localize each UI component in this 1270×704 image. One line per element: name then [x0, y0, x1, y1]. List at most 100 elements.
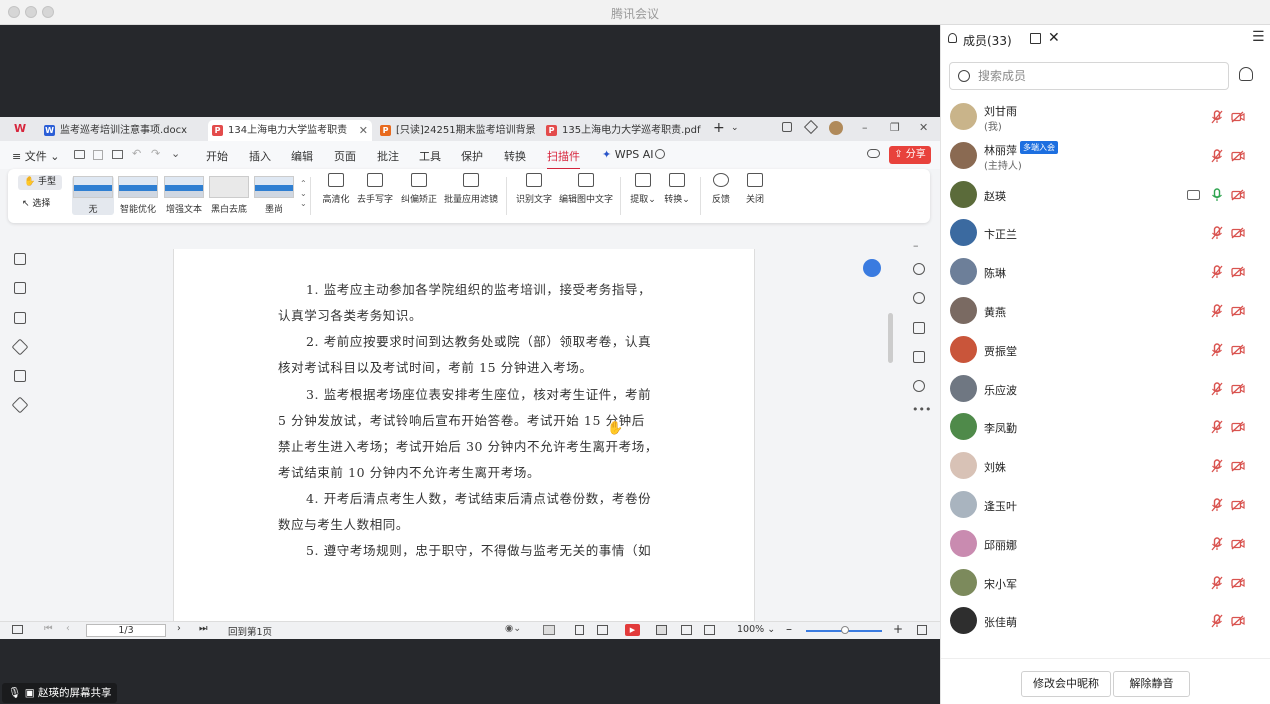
settings-sliders-icon[interactable] [913, 322, 925, 334]
mic-muted-icon[interactable] [1211, 265, 1223, 279]
menu-comment[interactable]: 批注 [377, 148, 399, 164]
rotate-icon[interactable] [913, 292, 925, 304]
member-row[interactable]: 赵瑛 [941, 176, 1270, 214]
mic-muted-icon[interactable] [1211, 226, 1223, 240]
close-tab-icon[interactable]: ✕ [359, 120, 368, 141]
zoom-out-icon[interactable]: – [786, 622, 792, 636]
fit-width-icon[interactable] [543, 625, 555, 635]
filter-scroll-icon[interactable]: ⌃ ⌄ ⌄ [300, 179, 307, 209]
member-row[interactable]: 林丽萍 多端入会 (主持人) [941, 137, 1270, 175]
mic-muted-icon[interactable] [1211, 149, 1223, 163]
member-row[interactable]: 陈琳 [941, 253, 1270, 291]
ocr-button[interactable]: 识别文字 [509, 169, 559, 205]
search-icon[interactable] [655, 149, 665, 159]
fit-page-icon[interactable] [681, 625, 692, 635]
layers-icon[interactable] [11, 396, 29, 414]
cube-icon[interactable] [803, 119, 819, 135]
member-row[interactable]: 逢玉叶 [941, 486, 1270, 524]
tab-doc-2[interactable]: P 134上海电力大学监考职责 ✕ [208, 120, 372, 141]
cloud-icon[interactable] [867, 149, 880, 158]
user-avatar[interactable] [829, 121, 843, 135]
member-row[interactable]: 宋小军 [941, 564, 1270, 602]
file-menu[interactable]: ≡ 文件 ⌄ [12, 148, 59, 164]
mic-muted-icon[interactable] [1211, 459, 1223, 473]
member-row[interactable]: 卞正兰 [941, 214, 1270, 252]
wps-ai-button[interactable]: ✦ WPS AI [602, 148, 653, 161]
play-icon[interactable]: ▶ [625, 624, 640, 636]
undo-icon[interactable]: ↶ [132, 147, 141, 160]
member-row[interactable]: 李凤勤 [941, 408, 1270, 446]
remove-handwriting-button[interactable]: 去手写字 [350, 169, 400, 205]
member-row[interactable]: 黄燕 [941, 292, 1270, 330]
comment-icon[interactable] [14, 312, 26, 324]
mic-muted-icon[interactable] [1211, 420, 1223, 434]
prev-page-icon[interactable]: ‹ [66, 623, 70, 634]
thumbnail-icon[interactable] [14, 282, 26, 294]
camera-off-icon[interactable] [1231, 150, 1245, 162]
batch-filter-button[interactable]: 批量应用滤镜 [440, 169, 502, 205]
member-row[interactable]: 张佳萌 [941, 602, 1270, 640]
mic-muted-icon[interactable] [1211, 614, 1223, 628]
menu-start[interactable]: 开始 [206, 148, 228, 164]
print-icon[interactable] [112, 150, 123, 159]
attachment-icon[interactable] [11, 338, 29, 356]
signature-icon[interactable] [14, 370, 26, 382]
single-page-icon[interactable] [575, 625, 584, 635]
sidebar-toggle-icon[interactable] [12, 625, 23, 634]
back-to-page-link[interactable]: 回到第1页 [228, 624, 272, 638]
next-page-icon[interactable]: › [177, 623, 181, 634]
camera-off-icon[interactable] [1231, 305, 1245, 317]
camera-off-icon[interactable] [1231, 421, 1245, 433]
close-scan-button[interactable]: 关闭 [730, 169, 780, 205]
wps-close-icon[interactable]: ✕ [919, 121, 928, 134]
help-icon[interactable] [913, 380, 925, 392]
menu-insert[interactable]: 插入 [249, 148, 271, 164]
add-member-icon[interactable] [1239, 67, 1253, 81]
member-search-input[interactable] [978, 68, 1218, 84]
mic-muted-icon[interactable] [1211, 381, 1223, 396]
hand-tool-button[interactable]: ✋ 手型 [18, 175, 62, 190]
member-row[interactable]: 贾振堂 [941, 331, 1270, 369]
wps-minimize-icon[interactable]: – [862, 121, 868, 134]
mic-muted-icon[interactable] [1211, 304, 1223, 318]
filter-smart[interactable]: 智能优化 [117, 176, 159, 215]
camera-off-icon[interactable] [1231, 111, 1245, 123]
window-mode-icon[interactable] [782, 122, 792, 132]
camera-off-icon[interactable] [1231, 577, 1245, 589]
camera-off-icon[interactable] [1231, 266, 1245, 278]
tab-doc-3[interactable]: P [只读]24251期末监考培训背景 [376, 120, 536, 141]
mic-muted-icon[interactable] [1211, 110, 1223, 124]
mic-muted-icon[interactable] [1211, 343, 1223, 357]
camera-off-icon[interactable] [1231, 344, 1245, 356]
tab-list-chevron-icon[interactable]: ⌄ [731, 123, 739, 133]
menu-protect[interactable]: 保护 [461, 148, 483, 164]
menu-scan[interactable]: 扫描件 [547, 148, 580, 170]
camera-off-icon[interactable] [1231, 460, 1245, 472]
member-row[interactable]: 邱丽娜 [941, 525, 1270, 563]
member-row[interactable]: 刘姝 [941, 447, 1270, 485]
tab-doc-1[interactable]: W 监考巡考培训注意事项.docx [40, 120, 202, 141]
translate-float-icon[interactable] [863, 259, 881, 277]
wps-share-button[interactable]: ⇪ 分享 [889, 146, 931, 164]
zoom-select[interactable]: 100% ⌄ [737, 624, 775, 635]
more-chevron-icon[interactable]: ⌄ [171, 147, 180, 160]
document-scrollbar[interactable] [888, 313, 893, 363]
menu-tools[interactable]: 工具 [419, 148, 441, 164]
zoom-slider-handle[interactable] [841, 626, 849, 634]
filter-bw[interactable]: 黑白去底 [208, 176, 250, 215]
mic-muted-icon[interactable] [1211, 498, 1223, 512]
bookmark-icon[interactable] [14, 253, 26, 265]
double-page-icon[interactable] [597, 625, 608, 635]
new-tab-icon[interactable]: + [713, 120, 725, 136]
wps-logo-icon[interactable]: W [14, 122, 26, 135]
redo-icon[interactable]: ↷ [151, 147, 160, 160]
unmute-button[interactable]: 解除静音 [1113, 671, 1190, 697]
eye-icon[interactable]: ◉⌄ [505, 623, 521, 634]
select-tool-button[interactable]: ↖ 选择 [22, 196, 50, 209]
fullscreen-icon[interactable] [917, 625, 927, 635]
camera-off-icon[interactable] [1231, 383, 1245, 395]
collapse-icon[interactable]: – [913, 239, 919, 252]
rename-button[interactable]: 修改会中昵称 [1021, 671, 1111, 697]
tab-doc-4[interactable]: P 135上海电力大学巡考职责.pdf [542, 120, 702, 141]
mic-muted-icon[interactable] [1211, 537, 1223, 551]
